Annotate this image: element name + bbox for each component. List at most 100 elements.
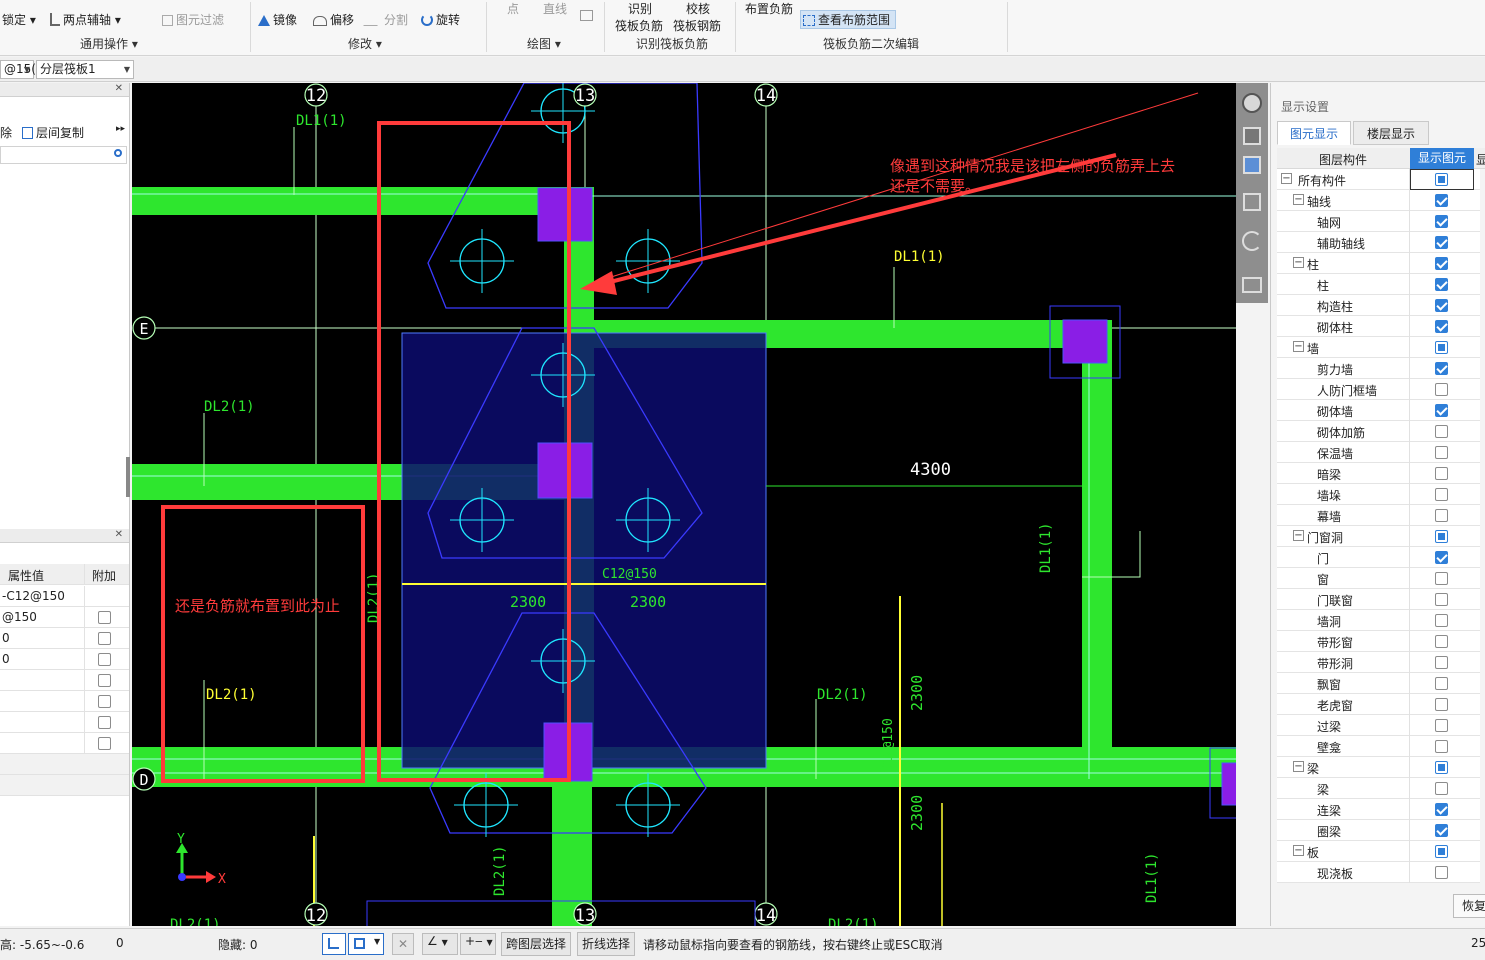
split-button[interactable]: 分割 <box>363 11 408 28</box>
tree-row[interactable]: 飘窗 <box>1277 673 1480 694</box>
tree-row[interactable]: 圈梁 <box>1277 820 1480 841</box>
attach-checkbox[interactable] <box>98 653 111 666</box>
tree-row[interactable]: 带形窗 <box>1277 631 1480 652</box>
close-icon[interactable]: ✕ <box>115 529 123 540</box>
raft-region[interactable] <box>401 332 767 769</box>
tree-row[interactable]: − 所有构件 <box>1277 169 1480 190</box>
property-row[interactable] <box>0 670 129 691</box>
tree-row[interactable]: 老虎窗 <box>1277 694 1480 715</box>
show-element-checkbox[interactable] <box>1435 383 1448 396</box>
layers-icon[interactable] <box>1242 277 1262 293</box>
rotate-button[interactable]: 旋转 <box>421 11 460 28</box>
tree-row[interactable]: 砌体加筋 <box>1277 421 1480 442</box>
tree-row[interactable]: 墙垛 <box>1277 484 1480 505</box>
show-element-checkbox[interactable] <box>1435 341 1448 354</box>
show-element-checkbox[interactable] <box>1435 299 1448 312</box>
attach-checkbox[interactable] <box>98 674 111 687</box>
property-value[interactable]: @150 <box>2 610 82 624</box>
show-element-checkbox[interactable] <box>1435 761 1448 774</box>
layer-combo[interactable]: 分层筏板1 ▼ <box>36 60 134 79</box>
cross-toggle[interactable]: ✕ <box>392 933 414 955</box>
show-element-checkbox[interactable] <box>1435 698 1448 711</box>
show-element-checkbox[interactable] <box>1435 740 1448 753</box>
attach-checkbox[interactable] <box>98 611 111 624</box>
property-row[interactable] <box>0 712 129 733</box>
show-element-checkbox[interactable] <box>1435 530 1448 543</box>
collapse-toggle-icon[interactable]: − <box>1281 173 1292 184</box>
attach-checkbox[interactable] <box>98 737 111 750</box>
attach-checkbox[interactable] <box>98 695 111 708</box>
show-element-checkbox[interactable] <box>1435 614 1448 627</box>
tree-row[interactable]: 过梁 <box>1277 715 1480 736</box>
collapse-toggle-icon[interactable]: − <box>1293 530 1304 541</box>
show-element-checkbox[interactable] <box>1435 509 1448 522</box>
drawing-canvas[interactable]: 12 13 14 12 13 14 E E D D DL1(1) DL2(1) … <box>132 83 1236 926</box>
refresh-icon[interactable] <box>1242 231 1262 251</box>
rect-draw-icon[interactable] <box>580 10 593 21</box>
tree-row[interactable]: 砌体墙 <box>1277 400 1480 421</box>
identify-button[interactable]: 识别 <box>628 0 652 17</box>
delete-button[interactable]: 除 <box>0 124 12 141</box>
tree-row[interactable]: − 板 <box>1277 841 1480 862</box>
view-top-icon[interactable] <box>1243 156 1261 174</box>
show-element-checkbox[interactable] <box>1435 551 1448 564</box>
tree-row[interactable]: 辅助轴线 <box>1277 232 1480 253</box>
show-element-checkbox[interactable] <box>1435 635 1448 648</box>
view-3d-icon[interactable] <box>1243 127 1261 145</box>
view-range-button[interactable]: 查看布筋范围 <box>803 11 890 28</box>
dimension-toggle[interactable]: +‒ ▼ <box>460 933 496 955</box>
show-element-checkbox[interactable] <box>1435 824 1448 837</box>
show-element-checkbox[interactable] <box>1435 362 1448 375</box>
collapse-toggle-icon[interactable]: − <box>1293 845 1304 856</box>
collapse-toggle-icon[interactable]: − <box>1293 341 1304 352</box>
show-element-checkbox[interactable] <box>1435 656 1448 669</box>
property-row[interactable]: @150 <box>0 607 129 628</box>
collapse-toggle-icon[interactable]: − <box>1293 257 1304 268</box>
mirror-button[interactable]: 镜像 <box>258 11 297 28</box>
search-input[interactable] <box>0 146 127 164</box>
tree-row[interactable]: 门联窗 <box>1277 589 1480 610</box>
layer-copy-button[interactable]: 层间复制 <box>22 124 84 141</box>
property-value[interactable]: -C12@150 <box>2 589 82 603</box>
tree-row[interactable]: 保温墙 <box>1277 442 1480 463</box>
show-element-checkbox[interactable] <box>1435 572 1448 585</box>
collapse-toggle-icon[interactable]: − <box>1293 194 1304 205</box>
arrange-negative-rebar-button[interactable]: 布置负筋 <box>745 0 793 17</box>
line-button[interactable]: 直线 <box>543 0 567 17</box>
tree-row[interactable]: 带形洞 <box>1277 652 1480 673</box>
tab-element-display[interactable]: 图元显示 <box>1277 121 1351 145</box>
show-element-checkbox[interactable] <box>1435 719 1448 732</box>
snap-toggle[interactable]: ▼ <box>348 933 384 955</box>
tree-row[interactable]: 人防门框墙 <box>1277 379 1480 400</box>
show-element-checkbox[interactable] <box>1435 320 1448 333</box>
orbit-icon[interactable] <box>1242 93 1262 113</box>
point-button[interactable]: 点 <box>507 0 519 17</box>
tree-row[interactable]: 壁龛 <box>1277 736 1480 757</box>
tree-row[interactable]: − 轴线 <box>1277 190 1480 211</box>
show-element-checkbox[interactable] <box>1435 467 1448 480</box>
property-row[interactable] <box>0 691 129 712</box>
property-value[interactable]: 0 <box>2 652 82 666</box>
show-element-checkbox[interactable] <box>1435 803 1448 816</box>
splitter-handle[interactable] <box>126 457 130 497</box>
attach-checkbox[interactable] <box>98 716 111 729</box>
rebar-combo[interactable]: @15(▼ <box>0 60 36 79</box>
show-element-checkbox[interactable] <box>1435 404 1448 417</box>
tree-row[interactable]: 幕墙 <box>1277 505 1480 526</box>
show-element-checkbox[interactable] <box>1435 866 1448 879</box>
show-element-checkbox[interactable] <box>1435 257 1448 270</box>
property-row[interactable]: 0 <box>0 649 129 670</box>
cross-layer-select-button[interactable]: 跨图层选择 <box>501 932 572 956</box>
tab-floor-display[interactable]: 楼层显示 <box>1353 121 1429 145</box>
close-icon[interactable]: ✕ <box>115 83 123 94</box>
check-button[interactable]: 校核 <box>686 0 710 17</box>
show-element-checkbox[interactable] <box>1435 593 1448 606</box>
attach-checkbox[interactable] <box>98 632 111 645</box>
tree-row[interactable]: 梁 <box>1277 778 1480 799</box>
show-element-checkbox[interactable] <box>1435 782 1448 795</box>
tree-row[interactable]: 柱 <box>1277 274 1480 295</box>
ortho-toggle[interactable] <box>322 933 346 955</box>
collapse-toggle-icon[interactable]: − <box>1293 761 1304 772</box>
tree-row[interactable]: 构造柱 <box>1277 295 1480 316</box>
tree-row[interactable]: 墙洞 <box>1277 610 1480 631</box>
